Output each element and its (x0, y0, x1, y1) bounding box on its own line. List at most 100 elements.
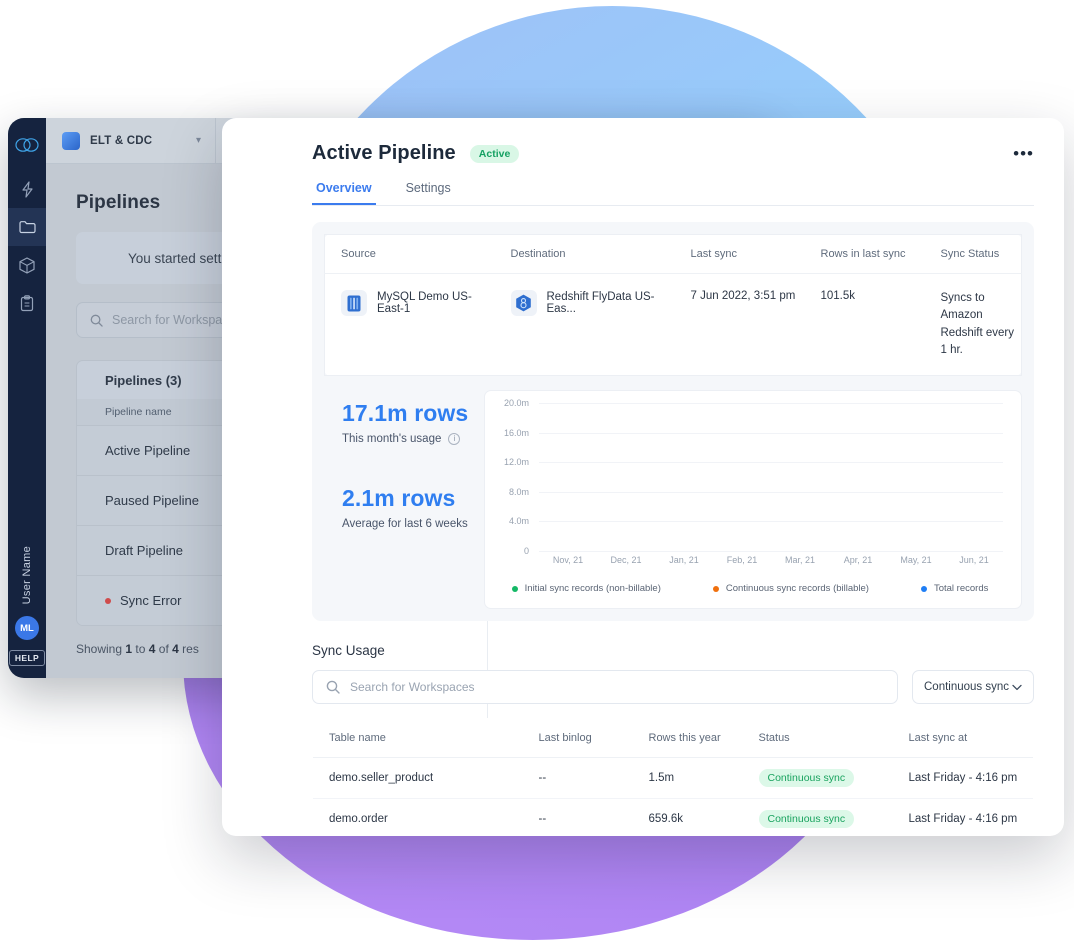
search-placeholder: Search for Workspaces (350, 680, 475, 694)
chart-x-tick: Dec, 21 (610, 555, 642, 565)
pipeline-detail-card: ‹ Back to pipelines Active Pipeline Acti… (222, 118, 1064, 836)
tab-overview[interactable]: Overview (312, 181, 376, 205)
rail-nav-list (8, 170, 46, 322)
detail-content: Active Pipeline Active ••• Overview Sett… (266, 118, 1064, 836)
chart-y-tick: 8.0m (508, 486, 529, 497)
col-destination: Destination (494, 234, 675, 274)
col-status: Status (742, 719, 893, 758)
sync-usage-controls: Search for Workspaces Continuous sync (312, 670, 1034, 704)
chart-legend-item[interactable]: Continuous sync records (billable) (712, 583, 869, 594)
chart-plot-area: 0 4.0m 8.0m 12.0m 16.0m 20.0m (493, 398, 1007, 556)
status-badge: Active (469, 144, 520, 163)
detail-title-row: Active Pipeline Active ••• (312, 142, 1034, 165)
chart-gridline (539, 403, 1003, 404)
pagination-mid1: to (132, 642, 149, 656)
status-badge: Continuous sync (758, 810, 855, 828)
cell-status: Continuous sync (742, 798, 893, 836)
usage-stats: 17.1m rows This month's usage i 2.1m row… (324, 390, 484, 609)
chart-x-tick: Apr, 21 (843, 555, 873, 565)
rail-item-clipboard[interactable] (8, 284, 46, 322)
cell-rows-this-year: 659.6k (632, 798, 743, 836)
chart-x-tick: Mar, 21 (784, 555, 816, 565)
chart-grid (539, 403, 1003, 552)
rail-item-box[interactable] (8, 246, 46, 284)
col-last-sync: Last sync (674, 234, 805, 274)
cell-rows-this-year: 1.5m (632, 757, 743, 799)
chart-gridline (539, 462, 1003, 464)
more-options-icon[interactable]: ••• (1013, 145, 1034, 162)
cell-source: MySQL Demo US-East-1 (325, 274, 495, 376)
cell-last-sync: 7 Jun 2022, 3:51 pm (690, 290, 796, 302)
chart-x-tick: Jun, 21 (959, 555, 989, 565)
chart-gridline (539, 491, 1003, 493)
cell-last-binlog: -- (522, 798, 633, 836)
app-logo-icon[interactable] (14, 132, 40, 158)
col-source: Source (324, 234, 495, 274)
search-icon (326, 680, 340, 694)
sync-type-filter-value: Continuous sync (924, 681, 1010, 693)
stat-this-month-label-row: This month's usage i (342, 433, 484, 445)
workspace-name: ELT & CDC (90, 134, 153, 147)
sync-usage-table: Table name Last binlog Rows this year St… (312, 718, 1034, 836)
page-title: Active Pipeline (312, 142, 456, 164)
cell-status: Continuous sync (742, 757, 893, 799)
app-left-rail: User Name ML HELP (8, 118, 46, 678)
chart-gridline (539, 432, 1003, 434)
rail-item-bolt[interactable] (8, 170, 46, 208)
workspace-logo-icon (62, 131, 80, 150)
table-row[interactable]: demo.seller_product -- 1.5m Continuous sync… (313, 757, 1033, 799)
table-row: MySQL Demo US-East-1 Redshift FlyData US… (325, 274, 1022, 376)
chart-legend-item[interactable]: Total records (920, 583, 989, 594)
col-rows-this-year: Rows this year (632, 719, 743, 758)
legend-dot-icon (920, 585, 927, 592)
col-rows-last-sync: Rows in last sync (804, 234, 925, 274)
chart-y-tick: 20.0m (503, 398, 529, 408)
stat-this-month-label: This month's usage (342, 433, 442, 445)
info-icon[interactable]: i (448, 433, 461, 445)
chart-x-axis: Nov, 21 Dec, 21 Jan, 21 Feb, 21 Mar, 21 Apr, … (539, 551, 1003, 571)
workspace-picker[interactable]: ELT & CDC ▾ (46, 118, 216, 164)
chart-y-tick: 12.0m (503, 457, 529, 468)
chart-x-tick: Feb, 21 (726, 555, 758, 565)
tab-settings[interactable]: Settings (402, 181, 455, 205)
destination-name: Redshift FlyData US-Eas... (546, 291, 655, 315)
rail-user-name: User Name (21, 545, 33, 604)
chart-legend-label: Initial sync records (non-billable) (524, 583, 661, 594)
chart-y-tick: 4.0m (508, 516, 529, 527)
sync-status-line2: Redshift every 1 hr. (940, 326, 1015, 356)
cell-last-sync-at: Last Friday - 4:16 pm (892, 757, 1033, 799)
cell-sync-status: Syncs to Amazon Redshift every 1 hr. (925, 274, 1022, 376)
chart-legend-label: Total records (933, 583, 989, 594)
pagination-mid2: of (155, 642, 173, 656)
redshift-icon (510, 290, 537, 316)
sync-type-filter[interactable]: Continuous sync (912, 670, 1034, 704)
col-sync-status: Sync Status (924, 234, 1022, 274)
table-row[interactable]: demo.order -- 659.6k Continuous sync Last Fr… (313, 798, 1033, 836)
source-name: MySQL Demo US-East-1 (377, 291, 472, 315)
avatar[interactable]: ML (15, 616, 39, 640)
pipeline-name: Draft Pipeline (105, 543, 184, 558)
col-last-binlog: Last binlog (522, 719, 633, 758)
help-button[interactable]: HELP (8, 650, 46, 666)
chevron-down-icon: ▾ (195, 135, 201, 146)
rail-item-folder[interactable] (8, 208, 46, 246)
search-input[interactable]: Search for Workspaces (312, 670, 898, 704)
chart-y-tick: 0 (523, 546, 529, 556)
chart-gridline (539, 521, 1003, 523)
status-badge: Continuous sync (758, 769, 855, 787)
pagination-suffix: res (178, 642, 199, 656)
cell-last-sync-at: Last Friday - 4:16 pm (892, 798, 1033, 836)
pipeline-name: Sync Error (120, 593, 182, 608)
sync-header-row: Table name Last binlog Rows this year St… (313, 719, 1033, 758)
detail-body: Source Destination Last sync Rows in las… (266, 206, 1064, 836)
cell-table-name: demo.seller_product (313, 757, 523, 799)
chart-x-tick: Jan, 21 (669, 555, 699, 565)
chart-legend-item[interactable]: Initial sync records (non-billable) (511, 583, 661, 594)
pipeline-summary-table: Source Destination Last sync Rows in las… (324, 234, 1022, 376)
chart-legend: Initial sync records (non-billable) Conti… (493, 583, 1007, 598)
stat-average-label: Average for last 6 weeks (342, 518, 468, 530)
detail-header: Active Pipeline Active ••• Overview Sett… (266, 118, 1064, 206)
sync-usage-rows: demo.seller_product -- 1.5m Continuous sync… (313, 757, 1033, 836)
cell-rows-last-sync: 101.5k (820, 290, 856, 302)
col-table-name: Table name (313, 719, 523, 758)
